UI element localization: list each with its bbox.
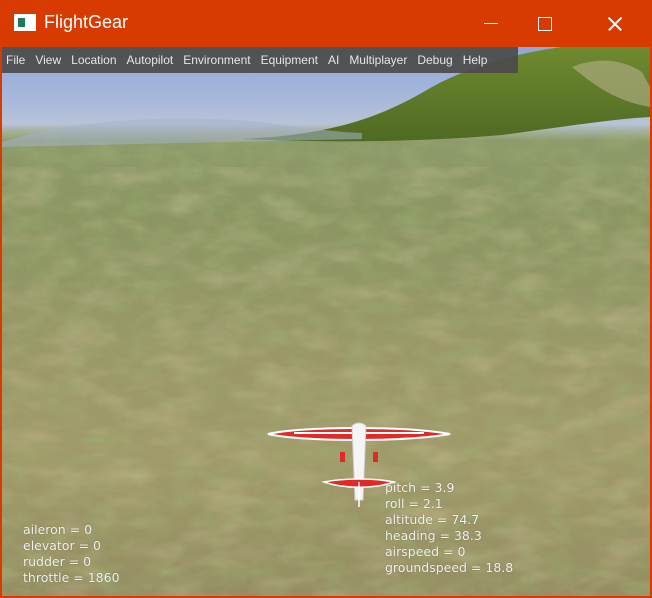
maximize-icon: [538, 16, 552, 31]
hud-heading: heading = 38.3: [385, 528, 482, 543]
hud-throttle: throttle = 1860: [23, 570, 120, 585]
menu-location[interactable]: Location: [71, 53, 116, 67]
flightgear-app-icon: [14, 14, 36, 31]
hud-pitch: pitch = 3.9: [385, 480, 455, 495]
hud-aileron: aileron = 0: [23, 522, 93, 537]
window-title: FlightGear: [44, 12, 129, 32]
hud-groundspeed: groundspeed = 18.8: [385, 560, 514, 575]
menu-help[interactable]: Help: [463, 53, 488, 67]
title-bar[interactable]: FlightGear: [0, 0, 652, 47]
minimize-button[interactable]: [468, 0, 514, 47]
hud-airspeed: airspeed = 0: [385, 544, 466, 559]
menu-view[interactable]: View: [35, 53, 61, 67]
hud-altitude: altitude = 74.7: [385, 512, 480, 527]
hud-rudder: rudder = 0: [23, 554, 92, 569]
hud-elevator: elevator = 0: [23, 538, 101, 553]
menu-debug[interactable]: Debug: [417, 53, 452, 67]
terrain-scene: [2, 47, 650, 596]
menu-environment[interactable]: Environment: [183, 53, 250, 67]
menu-autopilot[interactable]: Autopilot: [127, 53, 174, 67]
maximize-button[interactable]: [522, 0, 568, 47]
menu-multiplayer[interactable]: Multiplayer: [349, 53, 407, 67]
flightgear-window: FlightGear File View Location Autopilot …: [0, 0, 652, 598]
menu-bar: File View Location Autopilot Environment…: [2, 47, 518, 73]
menu-ai[interactable]: AI: [328, 53, 339, 67]
hud-controls-readout: aileron = 0 elevator = 0 rudder = 0 thro…: [23, 522, 120, 586]
minimize-icon: [484, 23, 498, 24]
hud-roll: roll = 2.1: [385, 496, 443, 511]
menu-file[interactable]: File: [6, 53, 25, 67]
flight-scene-viewport[interactable]: File View Location Autopilot Environment…: [2, 47, 650, 596]
close-button[interactable]: [592, 0, 638, 47]
hud-flight-readout: pitch = 3.9 roll = 2.1 altitude = 74.7 h…: [385, 480, 513, 576]
close-icon: [607, 16, 623, 32]
menu-equipment[interactable]: Equipment: [261, 53, 318, 67]
aircraft-left-gear: [340, 452, 345, 462]
aircraft-right-gear: [373, 452, 378, 462]
